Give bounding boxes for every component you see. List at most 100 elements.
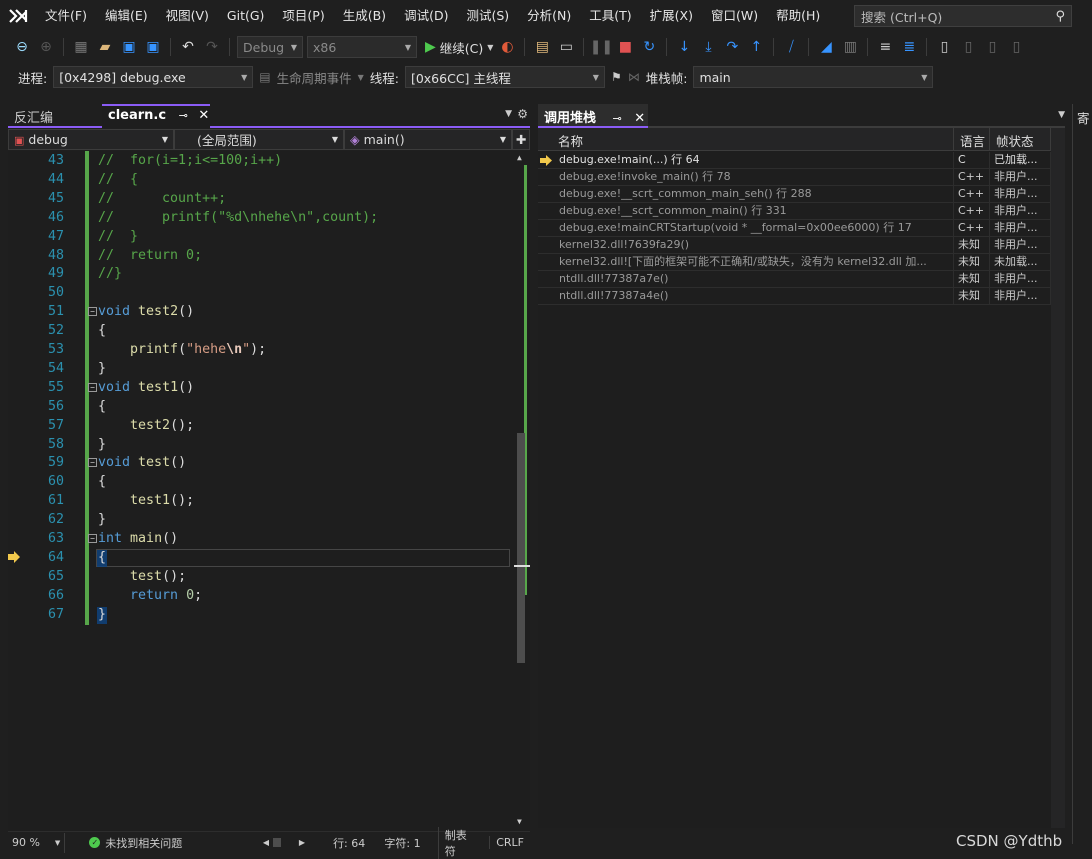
- code-line[interactable]: test2();: [98, 418, 194, 433]
- editor-vertical-scrollbar[interactable]: ▲ ▼: [514, 151, 530, 831]
- code-line[interactable]: {: [98, 550, 106, 565]
- menu-item[interactable]: 窗口(W): [702, 0, 767, 32]
- callstack-row[interactable]: debug.exe!__scrt_common_main_seh() 行 288…: [538, 186, 1051, 203]
- menu-item[interactable]: 调试(D): [395, 0, 457, 32]
- line-indicator[interactable]: 行: 64: [333, 835, 378, 851]
- zoom-select[interactable]: 90 % ▼: [8, 832, 66, 853]
- code-line[interactable]: // }: [98, 229, 138, 244]
- callstack-row[interactable]: debug.exe!mainCRTStartup(void * __formal…: [538, 220, 1051, 237]
- menu-item[interactable]: 文件(F): [36, 0, 96, 32]
- new-project-icon[interactable]: ▦: [71, 37, 91, 57]
- code-line[interactable]: {: [98, 399, 106, 414]
- lifecycle-events-button[interactable]: 生命周期事件: [277, 68, 352, 87]
- code-line[interactable]: printf("hehe\n");: [98, 342, 266, 357]
- menu-item[interactable]: 帮助(H): [767, 0, 829, 32]
- pause-icon[interactable]: ❚❚: [590, 37, 613, 57]
- configuration-select[interactable]: Debug ▼: [237, 36, 303, 58]
- project-select[interactable]: ▣ debug ▼: [8, 129, 174, 150]
- tab-clearn-c[interactable]: clearn.c ⊸ ✕: [102, 104, 210, 128]
- callstack-row[interactable]: kernel32.dll!7639fa29() 未知 非用户...: [538, 237, 1051, 254]
- code-line[interactable]: int main(): [98, 531, 178, 546]
- column-header-language[interactable]: 语言: [954, 128, 990, 151]
- menu-item[interactable]: 编辑(E): [96, 0, 157, 32]
- code-line[interactable]: return 0;: [98, 588, 202, 603]
- memory-icon[interactable]: ▥: [840, 37, 860, 57]
- member-select[interactable]: ◈ main() ▼: [344, 129, 512, 150]
- close-tab-icon[interactable]: ✕: [198, 108, 209, 123]
- thread-filter-icon[interactable]: ⋈: [628, 70, 640, 84]
- next-bookmark-icon[interactable]: ▯: [982, 37, 1002, 57]
- code-line[interactable]: }: [98, 437, 106, 452]
- hex-display-icon[interactable]: ⧸: [781, 37, 801, 57]
- stop-icon[interactable]: ■: [615, 37, 635, 57]
- split-editor-icon[interactable]: ✚: [512, 129, 530, 150]
- menu-item[interactable]: 视图(V): [157, 0, 218, 32]
- menu-item[interactable]: 工具(T): [580, 0, 640, 32]
- menu-item[interactable]: Git(G): [218, 0, 274, 32]
- stackframe-select[interactable]: main ▼: [693, 66, 934, 88]
- search-box[interactable]: 搜索 (Ctrl+Q) ⚲: [854, 5, 1072, 27]
- flag-icon[interactable]: ⚑: [611, 70, 622, 84]
- thread-select[interactable]: [0x66CC] 主线程 ▼: [404, 66, 605, 88]
- process-select[interactable]: [0x4298] debug.exe ▼: [53, 66, 254, 88]
- menu-item[interactable]: 测试(S): [457, 0, 518, 32]
- pin-icon[interactable]: ⊸: [179, 109, 188, 122]
- code-editor[interactable]: 43 // for(i=1;i<=100;i++) 44 // {45 // count…: [8, 151, 530, 831]
- code-line[interactable]: test1();: [98, 493, 194, 508]
- code-line[interactable]: // count++;: [98, 191, 226, 206]
- platform-select[interactable]: x86 ▼: [307, 36, 417, 58]
- close-panel-icon[interactable]: ✕: [634, 111, 645, 126]
- scope-select[interactable]: (全局范围) ▼: [174, 129, 344, 150]
- menu-item[interactable]: 生成(B): [334, 0, 395, 32]
- callstack-row[interactable]: ntdll.dll!77387a4e() 未知 非用户...: [538, 288, 1051, 305]
- code-line[interactable]: {: [98, 323, 106, 338]
- code-line[interactable]: // printf("%d\nhehe\n",count);: [98, 210, 378, 225]
- menu-item[interactable]: 项目(P): [273, 0, 333, 32]
- forward-icon[interactable]: ⊕: [36, 37, 56, 57]
- visual-studio-logo-icon[interactable]: [0, 0, 36, 32]
- fold-collapse-icon[interactable]: −: [88, 534, 97, 543]
- panel-vertical-scrollbar[interactable]: [1051, 128, 1065, 828]
- panel-overflow-icon[interactable]: ▼: [1058, 110, 1065, 120]
- callstack-row[interactable]: kernel32.dll![下面的框架可能不正确和/或缺失，没有为 kernel…: [538, 254, 1051, 271]
- callstack-row[interactable]: debug.exe!main(...) 行 64 C 已加载...: [538, 152, 1051, 169]
- code-line[interactable]: // {: [98, 172, 138, 187]
- save-icon[interactable]: ▣: [119, 37, 139, 57]
- menu-item[interactable]: 扩展(X): [641, 0, 702, 32]
- bookmark-icon[interactable]: ▯: [934, 37, 954, 57]
- column-header-frame-state[interactable]: 帧状态: [990, 128, 1051, 151]
- back-icon[interactable]: ⊖: [12, 37, 32, 57]
- comment-icon[interactable]: ≡: [875, 37, 895, 57]
- code-line[interactable]: void test(): [98, 455, 186, 470]
- settings-gear-icon[interactable]: ⚙: [517, 107, 528, 121]
- code-line[interactable]: {: [98, 474, 106, 489]
- code-line[interactable]: test();: [98, 569, 186, 584]
- save-all-icon[interactable]: ▣: [143, 37, 163, 57]
- diagnostic-icon[interactable]: ▤: [532, 37, 552, 57]
- step-over-icon[interactable]: ↷: [722, 37, 742, 57]
- indent-mode-indicator[interactable]: 制表符: [437, 826, 484, 859]
- scroll-right-icon[interactable]: ▶: [299, 838, 305, 847]
- pin-icon[interactable]: ⊸: [613, 112, 622, 125]
- char-indicator[interactable]: 字符: 1: [384, 835, 431, 851]
- tab-call-stack[interactable]: 调用堆栈 ⊸ ✕: [538, 104, 648, 128]
- code-line[interactable]: //}: [98, 266, 122, 281]
- open-folder-icon[interactable]: ▰: [95, 37, 115, 57]
- menu-item[interactable]: 分析(N): [518, 0, 580, 32]
- continue-button[interactable]: ▶ 继续(C) ▼: [425, 38, 493, 57]
- hot-reload-icon[interactable]: ◐: [497, 37, 517, 57]
- restart-icon[interactable]: ↻: [639, 37, 659, 57]
- code-line[interactable]: // return 0;: [98, 248, 202, 263]
- fold-collapse-icon[interactable]: −: [88, 307, 97, 317]
- issues-indicator[interactable]: ✓ 未找到相关问题: [89, 835, 255, 851]
- code-line[interactable]: void test1(): [98, 380, 194, 395]
- scroll-down-icon[interactable]: ▼: [517, 817, 522, 826]
- scroll-left-icon[interactable]: ◀: [263, 838, 269, 847]
- redo-icon[interactable]: ↷: [202, 37, 222, 57]
- callstack-row[interactable]: ntdll.dll!77387a7e() 未知 非用户...: [538, 271, 1051, 288]
- layout-icon[interactable]: ▭: [556, 37, 576, 57]
- code-line[interactable]: }: [98, 512, 106, 527]
- show-next-statement-icon[interactable]: ↓: [674, 37, 694, 57]
- tab-disassembly[interactable]: 反汇编: [8, 104, 100, 128]
- uncomment-icon[interactable]: ≣: [899, 37, 919, 57]
